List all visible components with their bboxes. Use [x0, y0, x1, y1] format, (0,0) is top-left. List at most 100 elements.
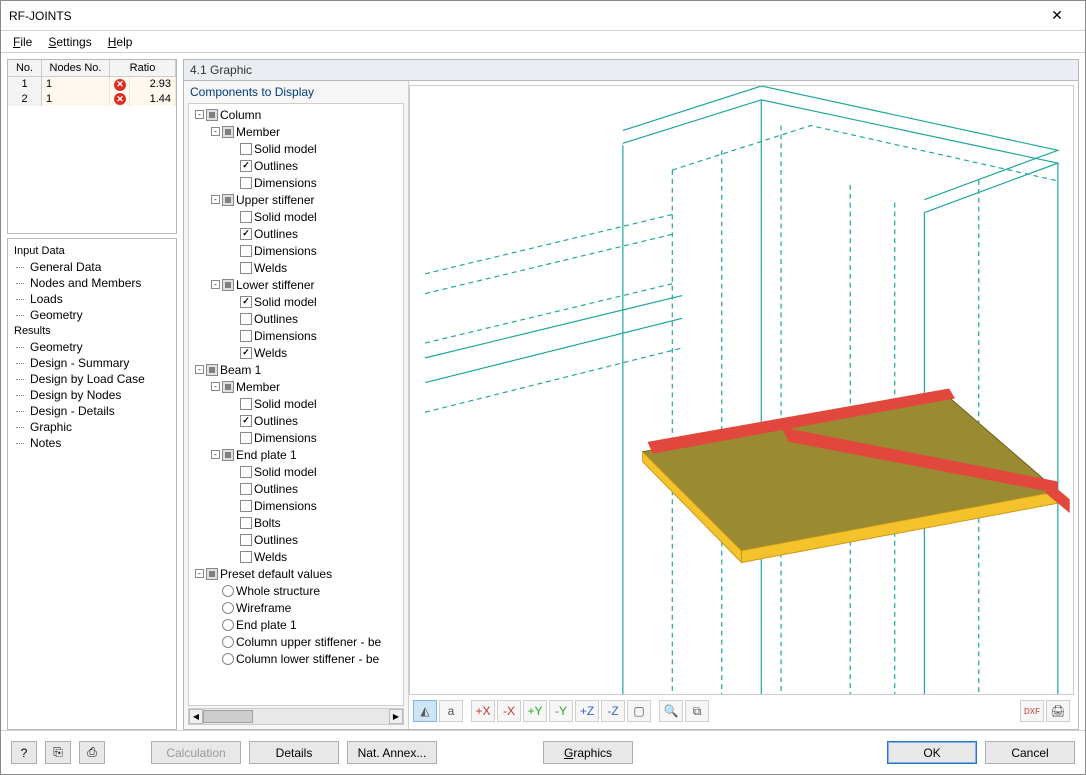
menu-help[interactable]: Help [102, 33, 139, 51]
nav-results-item[interactable]: Design - Details [10, 403, 174, 419]
checkbox[interactable] [240, 143, 252, 155]
cube-icon: ◭ [420, 704, 429, 718]
nav-results-item[interactable]: Design - Summary [10, 355, 174, 371]
nav-results-item[interactable]: Notes [10, 435, 174, 451]
checkbox[interactable] [206, 109, 218, 121]
scroll-right-icon[interactable]: ▶ [389, 709, 403, 724]
checkbox[interactable] [222, 279, 234, 291]
h-scrollbar[interactable]: ◀ ▶ [188, 708, 404, 725]
tool2-button[interactable]: ⎙ [79, 741, 105, 764]
calculation-button[interactable]: Calculation [151, 741, 241, 764]
view-toolbar: ◭ a +X -X +Y -Y +Z -Z ▢ 🔍 ⧉ DXF 🖨 [409, 697, 1074, 725]
components-title: Components to Display [184, 81, 408, 103]
checkbox[interactable] [222, 194, 234, 206]
zoom-button[interactable]: 🔍 [659, 700, 683, 722]
window-title: RF-JOINTS [9, 9, 1037, 23]
menu-file[interactable]: File [7, 33, 38, 51]
nat-annex-button[interactable]: Nat. Annex... [347, 741, 437, 764]
nav-results-item[interactable]: Design by Load Case [10, 371, 174, 387]
checkbox[interactable] [240, 296, 252, 308]
col-no[interactable]: No. [8, 60, 42, 76]
error-icon: ✕ [114, 93, 126, 105]
radio[interactable] [222, 585, 234, 597]
toggle-icon[interactable]: - [211, 195, 220, 204]
graphics-button[interactable]: Graphics [543, 741, 633, 764]
titlebar: RF-JOINTS ✕ [1, 1, 1085, 31]
print-button[interactable]: 🖨 [1046, 700, 1070, 722]
toggle-icon[interactable]: - [195, 365, 204, 374]
help-button[interactable]: ? [11, 741, 37, 764]
dxf-export-button[interactable]: DXF [1020, 700, 1044, 722]
scroll-left-icon[interactable]: ◀ [189, 709, 203, 724]
nav-results-item[interactable]: Design by Nodes [10, 387, 174, 403]
tool-icon: ⎙ [87, 745, 97, 760]
view-yplus-button[interactable]: +Y [523, 700, 547, 722]
toggle-icon[interactable]: - [211, 450, 220, 459]
tool1-button[interactable]: ⎘ [45, 741, 71, 764]
nav-results-item[interactable]: Graphic [10, 419, 174, 435]
radio[interactable] [222, 653, 234, 665]
components-tree[interactable]: -Column -Member Solid model Outlines Dim… [188, 103, 404, 706]
nav-input-item[interactable]: Geometry [10, 307, 174, 323]
view-yminus-button[interactable]: -Y [549, 700, 573, 722]
checkbox[interactable] [240, 398, 252, 410]
checkbox[interactable] [240, 313, 252, 325]
view-dim-button[interactable]: a [439, 700, 463, 722]
checkbox[interactable] [240, 347, 252, 359]
checkbox[interactable] [206, 364, 218, 376]
radio[interactable] [222, 636, 234, 648]
checkbox[interactable] [206, 568, 218, 580]
nav-results-item[interactable]: Geometry [10, 339, 174, 355]
nav-head-results: Results [10, 323, 174, 339]
toggle-icon[interactable]: - [211, 127, 220, 136]
grid-row[interactable]: 1 1 ✕ 2.93 [8, 77, 176, 92]
view-zminus-button[interactable]: -Z [601, 700, 625, 722]
checkbox[interactable] [240, 228, 252, 240]
toggle-icon[interactable]: - [195, 569, 204, 578]
ok-button[interactable]: OK [887, 741, 977, 764]
checkbox[interactable] [240, 160, 252, 172]
view-zplus-button[interactable]: +Z [575, 700, 599, 722]
checkbox[interactable] [240, 466, 252, 478]
checkbox[interactable] [222, 449, 234, 461]
graphic-viewport[interactable] [409, 85, 1074, 695]
right-panel-title: 4.1 Graphic [184, 60, 1078, 81]
checkbox[interactable] [240, 211, 252, 223]
menu-settings[interactable]: Settings [42, 33, 97, 51]
checkbox[interactable] [240, 330, 252, 342]
view-box-button[interactable]: ▢ [627, 700, 651, 722]
view-xminus-button[interactable]: -X [497, 700, 521, 722]
radio[interactable] [222, 619, 234, 631]
radio[interactable] [222, 602, 234, 614]
details-button[interactable]: Details [249, 741, 339, 764]
bottom-bar: ? ⎘ ⎙ Calculation Details Nat. Annex... … [1, 730, 1085, 774]
nav-input-item[interactable]: General Data [10, 259, 174, 275]
col-ratio[interactable]: Ratio [110, 60, 176, 76]
view-xplus-button[interactable]: +X [471, 700, 495, 722]
checkbox[interactable] [240, 500, 252, 512]
checkbox[interactable] [222, 381, 234, 393]
layers-button[interactable]: ⧉ [685, 700, 709, 722]
checkbox[interactable] [222, 126, 234, 138]
cancel-button[interactable]: Cancel [985, 741, 1075, 764]
checkbox[interactable] [240, 245, 252, 257]
view-iso-button[interactable]: ◭ [413, 700, 437, 722]
checkbox[interactable] [240, 534, 252, 546]
toggle-icon[interactable]: - [211, 382, 220, 391]
toggle-icon[interactable]: - [211, 280, 220, 289]
toggle-icon[interactable]: - [195, 110, 204, 119]
scroll-thumb[interactable] [203, 710, 253, 723]
nav-input-item[interactable]: Loads [10, 291, 174, 307]
magnifier-icon: 🔍 [664, 704, 679, 718]
checkbox[interactable] [240, 415, 252, 427]
checkbox[interactable] [240, 177, 252, 189]
checkbox[interactable] [240, 483, 252, 495]
col-nodes[interactable]: Nodes No. [42, 60, 110, 76]
nav-input-item[interactable]: Nodes and Members [10, 275, 174, 291]
grid-row[interactable]: 2 1 ✕ 1.44 [8, 92, 176, 107]
checkbox[interactable] [240, 432, 252, 444]
checkbox[interactable] [240, 551, 252, 563]
checkbox[interactable] [240, 262, 252, 274]
checkbox[interactable] [240, 517, 252, 529]
close-button[interactable]: ✕ [1037, 1, 1077, 30]
